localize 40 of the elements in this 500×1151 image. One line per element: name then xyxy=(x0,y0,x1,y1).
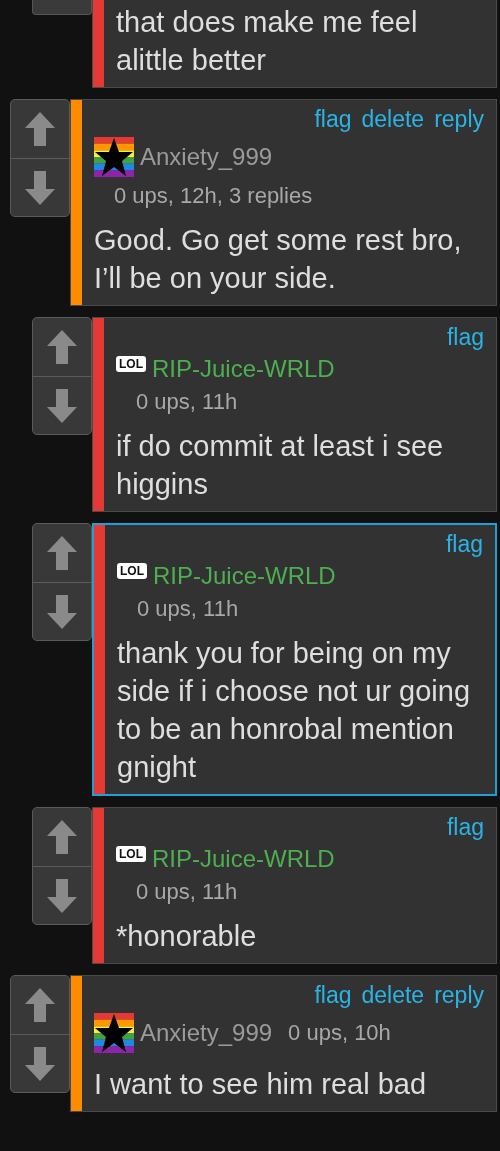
comment-action-link[interactable]: flag xyxy=(314,982,352,1009)
rainbow-star-avatar-icon xyxy=(94,1013,134,1053)
comment-action-link[interactable]: flag xyxy=(445,531,483,558)
comment-text: thank you for being on my side if i choose not ur going to be an honrobal mention gnight xyxy=(117,636,472,785)
lol-avatar-icon: LOL xyxy=(117,563,147,579)
username[interactable]: Anxiety_999 xyxy=(140,1019,273,1047)
down-arrow-icon xyxy=(25,170,55,205)
username[interactable]: Anxiety_999 xyxy=(140,143,273,171)
lol-avatar-icon: LOL xyxy=(116,356,146,372)
username[interactable]: RIP-Juice-WRLD xyxy=(152,845,335,873)
comment-action-link[interactable]: flag xyxy=(446,814,484,841)
comment-meta: 0 ups, 11h xyxy=(137,596,240,622)
comment-action-link[interactable]: reply xyxy=(434,982,484,1009)
up-arrow-icon xyxy=(25,988,55,1022)
comment-text: if do commit at least i see higgins xyxy=(116,429,445,502)
comment-text: Good. Go get some rest bro, I’ll be on your side. xyxy=(94,223,463,296)
up-arrow-icon xyxy=(47,820,77,854)
comment-action-link[interactable]: flag xyxy=(446,324,484,351)
down-arrow-icon xyxy=(47,594,77,629)
comment-text: that does make me feel alittle better xyxy=(116,5,419,78)
down-arrow-icon xyxy=(47,388,77,423)
comment-action-link[interactable]: delete xyxy=(361,982,425,1009)
rainbow-star-avatar-icon xyxy=(94,137,134,177)
comment-action-link[interactable]: flag xyxy=(314,106,352,133)
comment-action-link[interactable]: delete xyxy=(361,106,425,133)
comment-meta: 0 ups, 10h xyxy=(288,1020,391,1046)
comment-text: I want to see him real bad xyxy=(94,1067,428,1102)
comment-meta: 0 ups, 12h, 3 replies xyxy=(114,183,314,209)
down-arrow-icon xyxy=(25,1046,55,1081)
up-arrow-icon xyxy=(47,536,77,570)
lol-avatar-icon: LOL xyxy=(116,846,146,862)
up-arrow-icon xyxy=(25,112,55,146)
username[interactable]: RIP-Juice-WRLD xyxy=(152,355,335,383)
comment-meta: 0 ups, 11h xyxy=(136,389,239,415)
down-arrow-icon xyxy=(47,878,77,913)
username[interactable]: RIP-Juice-WRLD xyxy=(153,562,336,590)
comment-action-link[interactable]: reply xyxy=(434,106,484,133)
up-arrow-icon xyxy=(47,330,77,364)
comment-meta: 0 ups, 11h xyxy=(136,879,239,905)
comment-text: *honorable xyxy=(116,919,258,954)
